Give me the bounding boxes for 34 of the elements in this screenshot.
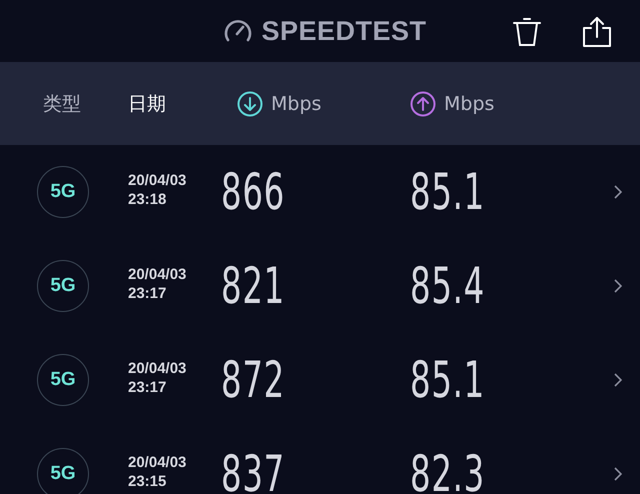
test-date: 20/04/03 bbox=[128, 171, 188, 190]
test-date: 20/04/03 bbox=[128, 453, 188, 472]
download-speed: 866 bbox=[221, 163, 285, 221]
download-speed: 872 bbox=[221, 351, 285, 409]
network-type-badge: 5G bbox=[37, 166, 89, 218]
download-icon bbox=[237, 90, 263, 116]
chevron-icon[interactable] bbox=[614, 279, 622, 293]
download-speed: 837 bbox=[221, 445, 285, 494]
test-date: 20/04/03 bbox=[128, 265, 188, 284]
upload-speed: 82.3 bbox=[410, 445, 485, 494]
network-type-badge: 5G bbox=[37, 354, 89, 406]
chevron-icon[interactable] bbox=[614, 185, 622, 199]
upload-speed: 85.1 bbox=[410, 351, 485, 409]
speedometer-icon bbox=[223, 18, 254, 44]
column-header[interactable]: 日期 bbox=[128, 90, 166, 116]
download-speed: 821 bbox=[221, 257, 285, 315]
trash-icon[interactable] bbox=[512, 16, 542, 48]
column-header[interactable]: Mbps bbox=[271, 92, 322, 114]
test-date: 20/04/03 bbox=[128, 359, 188, 378]
share-icon[interactable] bbox=[582, 16, 612, 48]
test-time: 23:17 bbox=[128, 378, 168, 397]
app-title: SPEEDTEST bbox=[261, 16, 427, 46]
chevron-icon[interactable] bbox=[614, 373, 622, 387]
test-time: 23:15 bbox=[128, 472, 168, 491]
network-type-badge: 5G bbox=[37, 448, 89, 494]
upload-speed: 85.4 bbox=[410, 257, 485, 315]
column-header[interactable]: 类型 bbox=[43, 90, 81, 116]
test-time: 23:18 bbox=[128, 190, 168, 209]
upload-speed: 85.1 bbox=[410, 163, 485, 221]
test-time: 23:17 bbox=[128, 284, 168, 303]
network-type-badge: 5G bbox=[37, 260, 89, 312]
chevron-icon[interactable] bbox=[614, 467, 622, 481]
column-header[interactable]: Mbps bbox=[444, 92, 494, 114]
upload-icon bbox=[410, 90, 436, 116]
